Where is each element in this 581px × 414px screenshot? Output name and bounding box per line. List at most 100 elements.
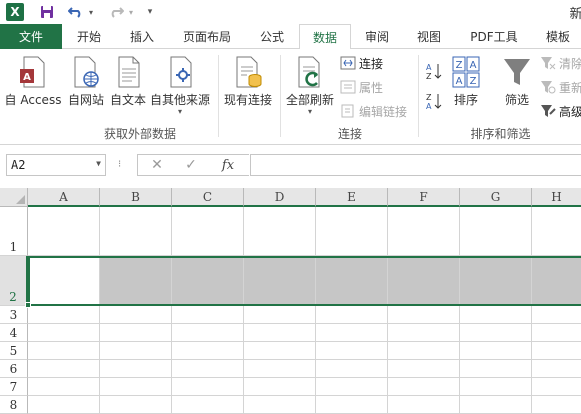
gridline <box>171 207 172 414</box>
tab-view[interactable]: 视图 <box>403 24 455 49</box>
column-header-b[interactable]: B <box>100 188 172 207</box>
svg-text:A: A <box>426 63 432 72</box>
row-header-7[interactable]: 7 <box>0 378 28 396</box>
formula-bar-grip-icon[interactable]: ⁝ <box>118 159 121 170</box>
enter-icon[interactable]: ✓ <box>176 154 206 176</box>
properties-button[interactable]: 属性 <box>340 77 383 97</box>
tab-page-layout[interactable]: 页面布局 <box>168 24 246 49</box>
tab-data[interactable]: 数据 <box>299 24 351 50</box>
sort-descending-button[interactable]: ZA <box>425 91 446 111</box>
from-web-button[interactable]: 自网站 <box>64 55 108 108</box>
gridline <box>387 207 388 414</box>
fill-handle[interactable] <box>25 302 31 308</box>
row-header-6[interactable]: 6 <box>0 360 28 378</box>
tab-pdf-tools[interactable]: PDF工具 <box>455 24 533 49</box>
undo-icon[interactable] <box>66 0 86 24</box>
sort-descending-icon: ZA <box>426 93 442 111</box>
properties-icon <box>340 80 356 94</box>
row-selection-border <box>28 256 581 306</box>
tab-insert[interactable]: 插入 <box>116 24 168 49</box>
ribbon-tab-bar: 文件 开始 插入 页面布局 公式 数据 审阅 视图 PDF工具 模板 <box>0 24 581 50</box>
insert-function-icon[interactable]: fx <box>210 154 246 176</box>
reapply-filter-icon <box>541 81 556 94</box>
row-header-1[interactable]: 1 <box>0 207 28 256</box>
column-header-a[interactable]: A <box>28 188 100 207</box>
from-text-button[interactable]: 自文本 <box>108 55 148 108</box>
reapply-filter-button[interactable]: 重新 <box>540 77 581 97</box>
gridline <box>243 207 244 414</box>
row-header-8[interactable]: 8 <box>0 396 28 414</box>
row-header-5[interactable]: 5 <box>0 342 28 360</box>
tab-templates[interactable]: 模板 <box>533 24 581 49</box>
sort-ascending-button[interactable]: AZ <box>425 61 446 81</box>
cancel-icon[interactable]: ✕ <box>142 154 172 176</box>
from-other-sources-button[interactable]: 自其他来源 ▾ <box>148 55 212 116</box>
from-access-button[interactable]: A 自 Access <box>4 55 62 108</box>
sort-button[interactable]: Z A A Z 排序 <box>448 55 484 108</box>
tab-formulas[interactable]: 公式 <box>246 24 298 49</box>
filter-button[interactable]: 筛选 <box>498 55 536 108</box>
row-header-3[interactable]: 3 <box>0 306 28 324</box>
sort-icon: Z A A Z <box>452 56 480 88</box>
undo-dropdown-icon[interactable]: ▾ <box>86 0 96 24</box>
separator <box>418 55 419 137</box>
row-header-4[interactable]: 4 <box>0 324 28 342</box>
gridline <box>99 207 100 414</box>
reapply-filter-label: 重新 <box>559 80 581 95</box>
svg-text:Z: Z <box>456 60 463 71</box>
row-header-2[interactable]: 2 <box>0 256 28 306</box>
window-title: 新 <box>569 6 581 22</box>
clear-filter-label: 清除 <box>559 56 581 71</box>
select-all-button[interactable] <box>0 188 28 207</box>
gridline <box>459 207 460 414</box>
column-header-f[interactable]: F <box>388 188 460 207</box>
tab-file[interactable]: 文件 <box>0 24 62 49</box>
column-header-c[interactable]: C <box>172 188 244 207</box>
refresh-icon <box>298 56 320 88</box>
chevron-down-icon[interactable]: ▼ <box>96 159 101 168</box>
advanced-filter-label: 高级 <box>559 104 581 119</box>
gridline <box>28 359 581 360</box>
connections-label: 连接 <box>359 56 384 71</box>
edit-links-icon <box>341 104 354 118</box>
connections-icon <box>340 56 356 70</box>
tab-home[interactable]: 开始 <box>62 24 116 49</box>
column-header-g[interactable]: G <box>460 188 532 207</box>
tab-review[interactable]: 审阅 <box>351 24 403 49</box>
chevron-down-icon: ▾ <box>177 107 182 116</box>
clear-filter-button[interactable]: 清除 <box>540 53 581 73</box>
advanced-filter-button[interactable]: 高级 <box>540 101 581 121</box>
column-header-h[interactable]: H <box>532 188 581 207</box>
svg-text:A: A <box>23 72 31 83</box>
other-sources-icon <box>170 56 192 88</box>
from-web-label: 自网站 <box>67 93 104 107</box>
edit-links-button[interactable]: 编辑链接 <box>340 101 407 121</box>
sort-ascending-icon: AZ <box>426 63 442 81</box>
worksheet-grid: A B C D E F G H 1 2 3 4 5 6 7 8 <box>0 188 581 414</box>
from-text-label: 自文本 <box>109 93 146 107</box>
connections-button[interactable]: 连接 <box>340 53 383 73</box>
formula-bar: A2 ▼ ⁝ ✕ ✓ fx <box>0 146 581 186</box>
column-header-e[interactable]: E <box>316 188 388 207</box>
svg-text:Z: Z <box>426 72 432 81</box>
from-other-sources-label: 自其他来源 <box>149 93 210 107</box>
redo-dropdown-icon[interactable]: ▾ <box>126 0 136 24</box>
redo-icon[interactable] <box>106 0 126 24</box>
edit-links-label: 编辑链接 <box>359 104 408 119</box>
ribbon-data: A 自 Access 自网站 自文本 自其他来源 ▾ 现有连接 获取外部数据 全… <box>0 49 581 145</box>
refresh-all-button[interactable]: 全部刷新 ▾ <box>284 55 336 116</box>
cell-area[interactable] <box>25 207 581 414</box>
advanced-filter-icon <box>541 105 556 117</box>
customize-qat-icon[interactable]: ▾ <box>144 0 156 24</box>
column-header-d[interactable]: D <box>244 188 316 207</box>
svg-text:A: A <box>456 76 463 87</box>
svg-text:A: A <box>426 102 432 111</box>
web-globe-icon <box>74 56 99 88</box>
save-icon[interactable] <box>38 0 56 24</box>
name-box-value: A2 <box>11 158 26 172</box>
name-box[interactable]: A2 ▼ <box>6 154 106 176</box>
refresh-all-label: 全部刷新 <box>285 93 334 107</box>
gridline <box>28 341 581 342</box>
formula-input[interactable] <box>250 154 581 176</box>
existing-connections-button[interactable]: 现有连接 <box>220 55 276 108</box>
